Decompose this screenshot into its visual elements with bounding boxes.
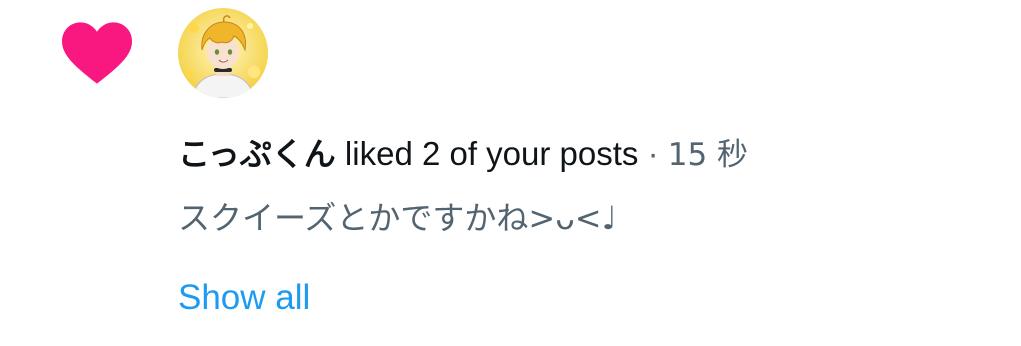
user-avatar[interactable] bbox=[178, 8, 268, 98]
notification-headline: こっぷくん liked 2 of your posts · 15 秒 bbox=[178, 132, 748, 177]
timestamp: 15 秒 bbox=[667, 137, 749, 173]
heart-icon bbox=[62, 22, 132, 84]
post-snippet[interactable]: スクイーズとかですかね>ᴗ<♩ bbox=[178, 196, 617, 240]
separator: · bbox=[638, 135, 668, 172]
action-text: liked 2 of your posts bbox=[335, 135, 639, 172]
like-notification[interactable]: こっぷくん liked 2 of your posts · 15 秒 スクイーズ… bbox=[0, 0, 1021, 346]
show-all-link[interactable]: Show all bbox=[178, 276, 310, 320]
user-name[interactable]: こっぷくん bbox=[178, 135, 336, 173]
